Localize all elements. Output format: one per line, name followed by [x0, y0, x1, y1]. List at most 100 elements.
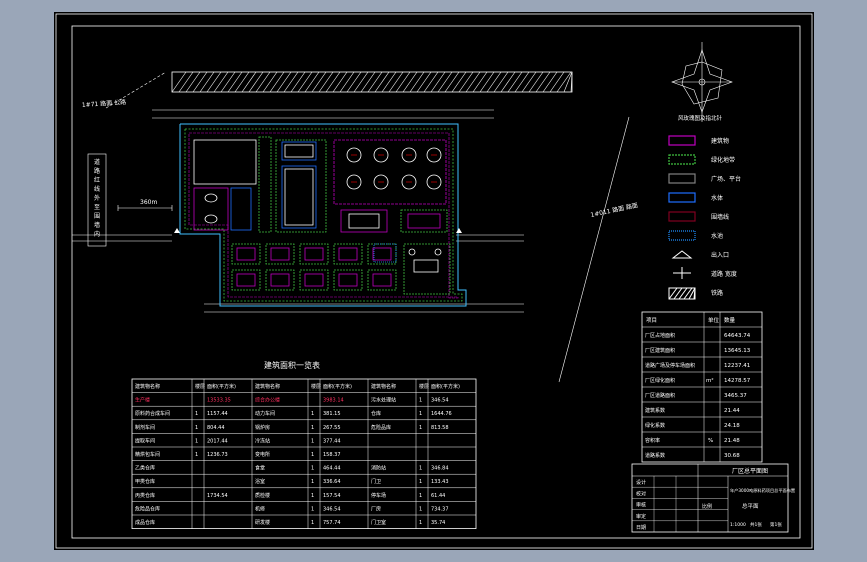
- stats-value: 24.18: [724, 423, 740, 429]
- stats-value: 13645.13: [724, 348, 751, 354]
- title-row-label: 审核: [636, 502, 646, 509]
- area-cell: 制剂车间: [135, 424, 155, 431]
- hatch-line: [206, 71, 222, 93]
- hatch-line: [500, 71, 516, 93]
- vertical-note-char: 外: [94, 194, 100, 202]
- area-cell: 1: [195, 452, 198, 458]
- drawing-sheet: 1#71 路面 公路 1#011 路面 路面 360m 道路红线外至围墙内 风玫…: [54, 12, 814, 550]
- stats-name: 道路系数: [645, 452, 665, 459]
- hatch-line: [549, 71, 565, 93]
- area-cell: 1: [311, 506, 314, 512]
- area-cell: 锅炉房: [255, 424, 270, 431]
- grid-plot: [367, 269, 397, 291]
- legend-label: 铁路: [711, 289, 723, 297]
- area-header: 面积(平方米): [431, 383, 460, 390]
- area-cell: 734.37: [431, 506, 449, 512]
- stats-name: 道路广场及停车场面积: [645, 362, 695, 369]
- area-cell: 13533.35: [207, 398, 231, 404]
- vertical-note-char: 内: [94, 230, 100, 238]
- area-cell: 停车场: [371, 492, 386, 499]
- stats-name: 厂区道路面积: [645, 392, 675, 399]
- hatch-line: [241, 71, 257, 93]
- area-cell: 乙类仓库: [135, 465, 155, 472]
- area-frame: [131, 378, 477, 530]
- hatch-line: [248, 71, 264, 93]
- title-block: 设计校对审核审定日期 厂区总平面图年产3000吨原料药项目总平面布置总平面 比例 1:…: [631, 463, 795, 533]
- area-cell: 1: [311, 479, 314, 485]
- legend-swatch: [671, 250, 693, 259]
- grid-building: [304, 247, 324, 261]
- grid-plot: [231, 269, 261, 291]
- grid-building: [270, 273, 290, 287]
- scale-label: 比例: [702, 503, 712, 510]
- area-cell: 1: [311, 466, 314, 472]
- title-text: 厂区总平面图: [732, 467, 768, 475]
- grid-plot: [299, 243, 329, 265]
- hatch-line: [297, 71, 313, 93]
- grid-plot: [299, 269, 329, 291]
- grid-building: [236, 273, 256, 287]
- area-cell: 336.64: [323, 479, 341, 485]
- area-cell: 门卫室: [371, 519, 386, 526]
- sheet-info: 共1张: [750, 521, 762, 528]
- stats-value: 3465.37: [724, 393, 747, 399]
- hatch-line: [262, 71, 278, 93]
- area-cell: 61.44: [431, 493, 445, 499]
- area-cell: 丙类仓库: [135, 492, 155, 499]
- vertical-note-char: 路: [94, 167, 100, 175]
- vertical-note-char: 围: [94, 213, 100, 220]
- grid-plot: [333, 243, 363, 265]
- legend-label: 道路 宽度: [711, 270, 737, 278]
- dimension-label: 360m: [140, 199, 157, 206]
- hatch-line: [269, 71, 285, 93]
- area-cell: 1: [311, 438, 314, 444]
- grid-building: [270, 247, 290, 261]
- area-cell: 原料药合成车间: [135, 410, 170, 417]
- area-cell: 消防站: [371, 465, 386, 472]
- area-cell: 危险品库: [371, 424, 391, 431]
- grid-plot: [333, 269, 363, 291]
- tank-farm: [333, 139, 447, 205]
- hatch-line: [178, 71, 194, 93]
- area-cell: 1: [195, 438, 198, 444]
- title-row-label: 日期: [636, 525, 646, 531]
- hatch-line: [395, 71, 411, 93]
- area-header: 楼层: [419, 383, 429, 390]
- area-cell: 377.44: [323, 438, 341, 444]
- hatch-line: [563, 71, 573, 93]
- stats-value: 64643.74: [724, 333, 751, 339]
- hatch-line: [465, 71, 481, 93]
- stats-name: 厂区绿化面积: [645, 377, 675, 384]
- drawing-name: 总平面: [742, 502, 759, 510]
- vertical-note-char: 至: [94, 204, 100, 211]
- road-label-right: 1#011 路面 路面: [590, 201, 639, 219]
- title-row-label: 校对: [636, 490, 646, 497]
- hatch-line: [444, 71, 460, 93]
- area-cell: 35.74: [431, 520, 445, 526]
- legend-label: 围墙线: [711, 213, 729, 221]
- hatch-line: [423, 71, 439, 93]
- area-cell: 1: [419, 506, 422, 512]
- site-plan-canvas: 1#71 路面 公路 1#011 路面 路面 360m 道路红线外至围墙内 风玫…: [55, 13, 813, 549]
- area-cell: 成品仓库: [135, 519, 155, 526]
- hatch-line: [227, 71, 243, 93]
- grid-plot: [265, 269, 295, 291]
- stats-value: 21.44: [724, 408, 740, 414]
- hatch-line: [234, 71, 250, 93]
- area-cell: 1: [311, 425, 314, 431]
- hatch-line: [276, 71, 292, 93]
- legend-swatch: [668, 192, 696, 203]
- legend-label: 建筑物: [711, 137, 729, 145]
- hatch-line: [486, 71, 502, 93]
- area-cell: 厂房: [371, 505, 381, 512]
- area-cell: 浴室: [255, 478, 265, 485]
- compass-label: 风玫瑰图及指北针: [678, 114, 723, 122]
- grid-plot: [367, 243, 397, 265]
- area-cell: 危险品仓库: [135, 505, 160, 512]
- hatch-line: [416, 71, 432, 93]
- area-cell: 动力车间: [255, 410, 275, 417]
- area-cell: 提取车间: [135, 437, 155, 444]
- stats-table: 项目 单位 数量厂区占地面积 64643.74 厂区建筑面积 13645.13 道路广场及停…: [641, 311, 763, 463]
- area-cell: 267.55: [323, 425, 341, 431]
- area-cell: 1: [419, 493, 422, 499]
